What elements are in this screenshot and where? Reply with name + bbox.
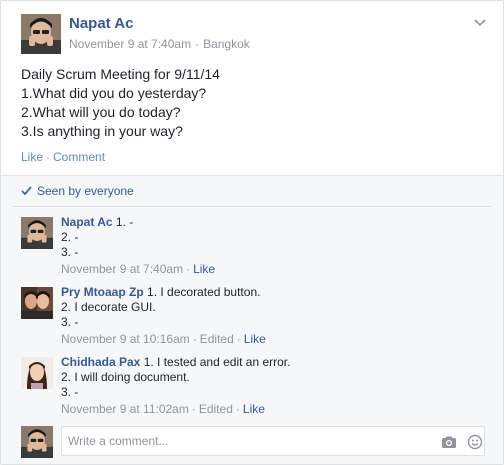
current-user-avatar xyxy=(21,426,53,458)
comment-composer xyxy=(21,426,491,458)
post-message-line: Daily Scrum Meeting for 9/11/14 xyxy=(21,66,220,82)
comment-like-link[interactable]: Like xyxy=(244,332,266,346)
comment-text-line: 1. I tested and edit an error. xyxy=(143,355,291,369)
comment-first-line: Chidhada Pax 1. I tested and edit an err… xyxy=(61,355,290,370)
checkmark-icon xyxy=(21,186,32,196)
comment-first-line: Napat Ac 1. - xyxy=(61,215,215,230)
chevron-down-icon[interactable] xyxy=(473,15,487,29)
post-message-line: 2.What will you do today? xyxy=(21,104,181,120)
comment-meta: November 9 at 11:02am · Edited · Like xyxy=(61,402,290,417)
post-card: Napat Ac November 9 at 7:40am · Bangkok Da… xyxy=(0,0,504,465)
commenter-avatar[interactable] xyxy=(21,357,53,389)
comment-timestamp[interactable]: November 9 at 7:40am xyxy=(61,262,183,276)
comment-edited-label[interactable]: Edited xyxy=(200,332,234,346)
comment-link[interactable]: Comment xyxy=(53,150,105,164)
comment-meta: November 9 at 10:16am · Edited · Like xyxy=(61,332,266,347)
divider xyxy=(13,206,491,207)
meta-separator: · xyxy=(235,402,240,416)
meta-separator: · xyxy=(192,332,197,346)
meta-separator: · xyxy=(195,37,200,51)
comment-text-line: 2. I decorate GUI. xyxy=(61,300,156,314)
post-timestamp[interactable]: November 9 at 7:40am xyxy=(69,37,191,51)
comment-edited-label[interactable]: Edited xyxy=(199,402,233,416)
post-header: Napat Ac November 9 at 7:40am · Bangkok xyxy=(21,13,491,57)
comment-text-line: 3. - xyxy=(61,315,79,329)
comment-like-link[interactable]: Like xyxy=(243,402,265,416)
comment-text-line: 1. I decorated button. xyxy=(147,285,261,299)
commenter-avatar[interactable] xyxy=(21,217,53,249)
comment-text-line: 3. - xyxy=(61,245,79,259)
comment-text-line: 2. - xyxy=(61,230,79,244)
comment-author[interactable]: Napat Ac xyxy=(61,215,113,229)
comment-first-line: Pry Mtoaap Zp 1. I decorated button. xyxy=(61,285,266,300)
comment-like-link[interactable]: Like xyxy=(193,262,215,276)
comment-timestamp[interactable]: November 9 at 11:02am xyxy=(61,402,189,416)
comment-author[interactable]: Chidhada Pax xyxy=(61,355,140,369)
meta-separator: · xyxy=(236,332,241,346)
post-message: Daily Scrum Meeting for 9/11/14 1.What d… xyxy=(21,65,220,141)
comment-body: Pry Mtoaap Zp 1. I decorated button. 2. … xyxy=(61,285,266,347)
post-message-line: 1.What did you do yesterday? xyxy=(21,85,207,101)
like-link[interactable]: Like xyxy=(21,150,43,164)
seen-by-label: Seen by everyone xyxy=(37,184,134,198)
comment-text-line: 2. I will doing document. xyxy=(61,370,190,384)
meta-separator: · xyxy=(191,402,196,416)
comment-text-line: 1. - xyxy=(115,215,134,229)
emoji-icon[interactable] xyxy=(467,434,483,450)
commenter-avatar[interactable] xyxy=(21,287,53,319)
post-actions: Like · Comment xyxy=(21,150,105,164)
post-message-line: 3.Is anything in your way? xyxy=(21,123,183,139)
comment-text-line: 3. - xyxy=(61,385,79,399)
comment-meta: November 9 at 7:40am · Like xyxy=(61,262,215,277)
post-author-name[interactable]: Napat Ac xyxy=(69,15,133,32)
post-meta: November 9 at 7:40am · Bangkok xyxy=(69,37,250,51)
comment-body: Chidhada Pax 1. I tested and edit an err… xyxy=(61,355,290,417)
comment-timestamp[interactable]: November 9 at 10:16am xyxy=(61,332,190,346)
comment-input[interactable] xyxy=(61,426,485,456)
seen-by[interactable]: Seen by everyone xyxy=(21,184,134,198)
camera-icon[interactable] xyxy=(441,434,457,450)
feedback-section: Seen by everyone Napat Ac 1. - 2. - 3. -… xyxy=(1,175,503,464)
comment-author[interactable]: Pry Mtoaap Zp xyxy=(61,285,144,299)
action-separator: · xyxy=(46,150,51,164)
meta-separator: · xyxy=(186,262,191,276)
post-location[interactable]: Bangkok xyxy=(203,37,250,51)
post-author-avatar[interactable] xyxy=(21,14,61,54)
comment-body: Napat Ac 1. - 2. - 3. - November 9 at 7:… xyxy=(61,215,215,277)
